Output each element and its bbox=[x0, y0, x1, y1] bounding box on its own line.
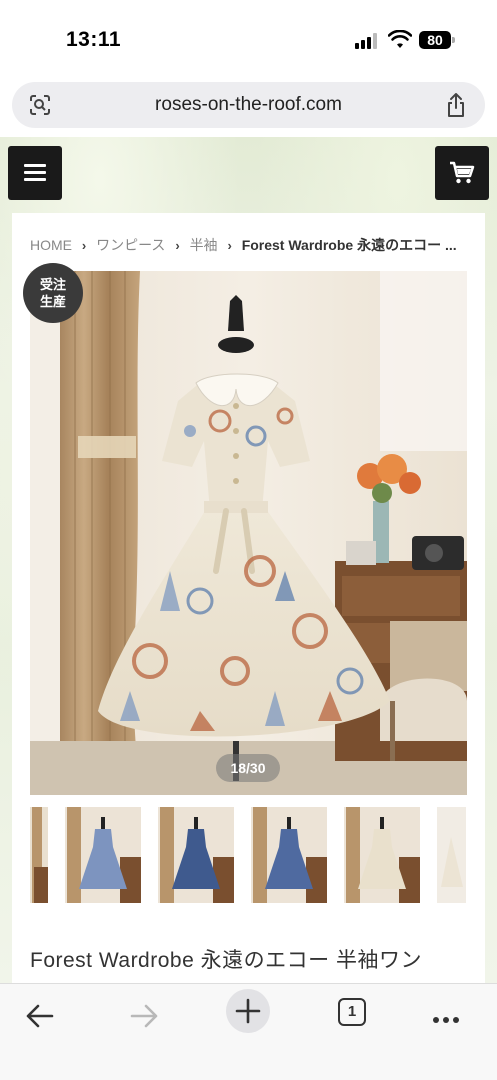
cart-icon bbox=[450, 161, 475, 184]
plus-icon bbox=[235, 998, 261, 1024]
wifi-icon bbox=[388, 30, 412, 48]
image-counter: 18/30 bbox=[216, 754, 280, 782]
dress-photo bbox=[30, 271, 467, 795]
thumbnail[interactable] bbox=[158, 807, 234, 903]
badge-line-1: 受注 bbox=[39, 277, 66, 292]
forward-arrow-icon[interactable] bbox=[122, 994, 166, 1038]
signal-icon bbox=[355, 33, 381, 49]
browser-toolbar: 1 bbox=[0, 983, 497, 1080]
chevron-right-icon: › bbox=[81, 237, 87, 253]
thumbnail[interactable] bbox=[251, 807, 327, 903]
more-icon[interactable] bbox=[433, 1010, 463, 1028]
badge-line-2: 生産 bbox=[39, 294, 66, 309]
url-text[interactable]: roses-on-the-roof.com bbox=[12, 94, 485, 116]
tabs-icon[interactable]: 1 bbox=[338, 998, 366, 1026]
breadcrumb-short-sleeve[interactable]: 半袖 bbox=[190, 235, 218, 255]
breadcrumb-current: Forest Wardrobe 永遠のエコー ... bbox=[241, 237, 457, 253]
product-title: Forest Wardrobe 永遠のエコー 半袖ワン bbox=[30, 949, 422, 972]
made-to-order-badge: 受注 生産 bbox=[23, 263, 83, 323]
cart-button[interactable] bbox=[435, 146, 489, 200]
battery-tip bbox=[452, 37, 455, 43]
address-bar[interactable]: roses-on-the-roof.com bbox=[12, 82, 485, 128]
product-main-image[interactable] bbox=[30, 271, 467, 795]
thumbnail[interactable] bbox=[437, 807, 466, 903]
hamburger-menu-button[interactable] bbox=[8, 146, 62, 200]
share-icon[interactable] bbox=[445, 92, 467, 118]
chevron-right-icon: › bbox=[227, 237, 232, 253]
status-bar: 13:11 80 bbox=[0, 0, 497, 80]
browser-address-area: roses-on-the-roof.com bbox=[0, 80, 497, 136]
thumbnail[interactable] bbox=[344, 807, 420, 903]
new-tab-button[interactable] bbox=[226, 989, 270, 1033]
breadcrumb: HOME › ワンピース › 半袖 › Forest Wardrobe 永遠のエ… bbox=[30, 235, 476, 255]
chevron-right-icon: › bbox=[175, 237, 180, 253]
breadcrumb-onepiece[interactable]: ワンピース bbox=[96, 235, 165, 255]
status-time: 13:11 bbox=[66, 28, 122, 51]
back-arrow-icon[interactable] bbox=[18, 994, 62, 1038]
thumbnail-strip[interactable] bbox=[30, 807, 466, 903]
hamburger-menu-icon bbox=[24, 164, 46, 167]
breadcrumb-home[interactable]: HOME bbox=[30, 237, 72, 253]
thumbnail[interactable] bbox=[65, 807, 141, 903]
battery-icon: 80 bbox=[419, 31, 451, 49]
thumbnail[interactable] bbox=[30, 807, 48, 903]
